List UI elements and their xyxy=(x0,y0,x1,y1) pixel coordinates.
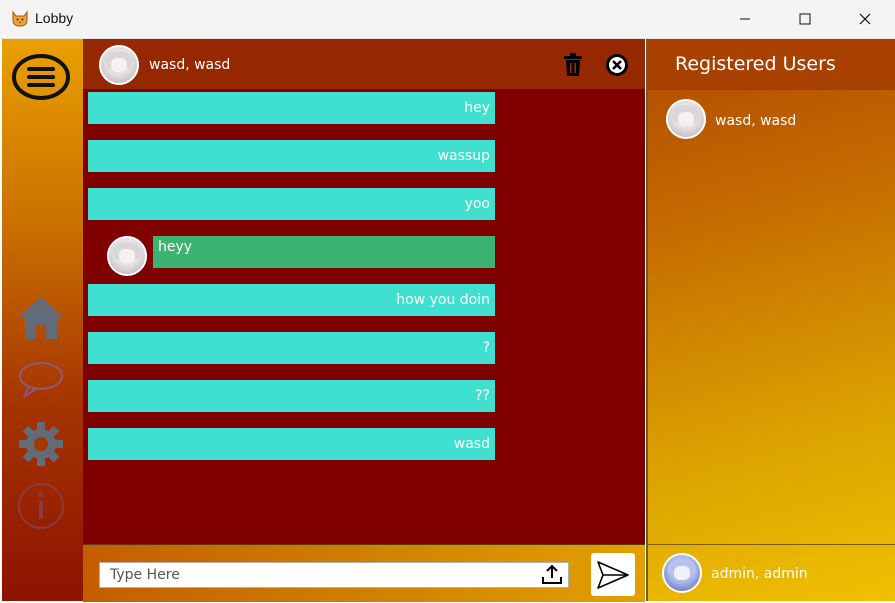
current-user-bar: admin, admin xyxy=(648,544,895,602)
window-titlebar: Lobby xyxy=(0,0,895,39)
hamburger-menu-icon[interactable] xyxy=(11,52,71,102)
chat-bubble-icon[interactable] xyxy=(16,357,66,401)
message-input[interactable] xyxy=(99,562,569,588)
close-circle-icon[interactable] xyxy=(605,53,629,77)
send-icon xyxy=(597,560,629,589)
registered-users-title: Registered Users xyxy=(675,53,836,75)
message-text: wassup xyxy=(437,148,490,164)
message-outgoing: wasd xyxy=(88,428,495,460)
message-outgoing: ? xyxy=(88,332,495,364)
close-window-button[interactable] xyxy=(835,0,895,38)
message-outgoing: hey xyxy=(88,92,495,124)
send-button[interactable] xyxy=(591,553,635,596)
message-incoming: heyy xyxy=(153,236,495,268)
avatar xyxy=(107,236,147,276)
message-text: hey xyxy=(464,100,490,116)
minimize-button[interactable] xyxy=(715,0,775,38)
maximize-button[interactable] xyxy=(775,0,835,38)
avatar xyxy=(666,99,706,139)
avatar xyxy=(662,553,702,593)
window-title: Lobby xyxy=(35,10,74,26)
message-outgoing: ?? xyxy=(88,380,495,412)
current-user-name: admin, admin xyxy=(711,566,808,582)
user-list-item[interactable]: wasd, wasd xyxy=(715,113,796,129)
registered-users-header: Registered Users xyxy=(648,39,895,90)
minimize-icon xyxy=(740,18,750,20)
message-text: ?? xyxy=(475,388,490,404)
chat-header: wasd, wasd xyxy=(83,39,645,89)
message-text: ? xyxy=(482,340,490,356)
chat-panel: wasd, wasd hey wassup yoo heyy how you d… xyxy=(83,39,645,602)
chat-partner-name: wasd, wasd xyxy=(149,57,231,73)
message-input-bar xyxy=(83,544,645,602)
gear-icon[interactable] xyxy=(16,419,66,469)
home-icon[interactable] xyxy=(16,293,66,343)
message-text: how you doin xyxy=(396,292,490,308)
maximize-icon xyxy=(799,13,811,25)
registered-users-panel: Registered Users wasd, wasd admin, admin xyxy=(646,39,895,601)
upload-icon[interactable] xyxy=(541,564,563,586)
message-outgoing: how you doin xyxy=(88,284,495,316)
message-text: heyy xyxy=(158,239,193,255)
sidebar xyxy=(2,39,83,601)
cat-icon xyxy=(10,8,30,28)
message-outgoing: yoo xyxy=(88,188,495,220)
message-outgoing: wassup xyxy=(88,140,495,172)
avatar xyxy=(99,45,139,85)
message-text: yoo xyxy=(464,196,490,212)
info-icon[interactable] xyxy=(16,481,66,531)
close-icon xyxy=(859,13,871,25)
message-text: wasd xyxy=(453,436,490,452)
trash-icon[interactable] xyxy=(562,53,586,77)
